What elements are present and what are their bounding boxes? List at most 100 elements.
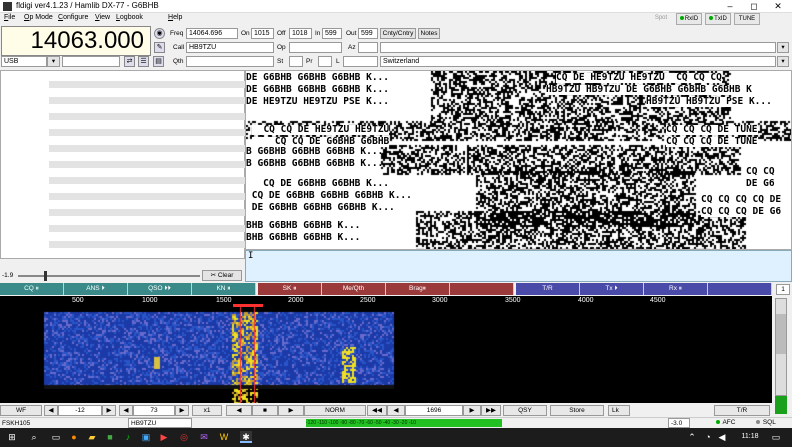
receive-text-panel[interactable]: DE G6BHB G6BHB G6BHB K... DE G6BHB G6BHB… — [245, 70, 792, 250]
slow-right-button[interactable]: ▶ — [278, 405, 304, 416]
wf-level-field[interactable]: -12 — [58, 405, 102, 416]
macro-empty-button[interactable] — [708, 283, 772, 295]
rig-list-icon[interactable]: ☰ — [138, 56, 149, 67]
macro-tr-button[interactable]: T/R — [516, 283, 580, 295]
tray-chevron-icon[interactable]: ⌃ — [686, 431, 698, 443]
rst-in-field[interactable]: 599 — [322, 28, 342, 39]
rxid-button[interactable]: RxID — [676, 13, 702, 25]
minimize-button[interactable]: – — [718, 0, 742, 12]
macro-sk-button[interactable]: SK ⏸ — [258, 283, 322, 295]
task-view-icon[interactable]: ▭ — [50, 431, 62, 443]
mode-dropdown-button[interactable]: ▾ — [47, 56, 60, 67]
clock[interactable]: 11:18 — [734, 431, 766, 443]
browser-row[interactable] — [49, 241, 245, 248]
macro-empty-button[interactable] — [450, 283, 514, 295]
menu-view[interactable]: View — [95, 14, 110, 21]
rewind-button[interactable]: ◀◀ — [367, 405, 387, 416]
macro-qso-button[interactable]: QSO ⏵⏵ — [128, 283, 192, 295]
menu-file[interactable]: File — [4, 14, 15, 21]
tr-button[interactable]: T/R — [714, 405, 770, 416]
mode-select[interactable]: USB — [1, 56, 47, 67]
menu-logbook[interactable]: Logbook — [116, 14, 143, 21]
afc-toggle[interactable]: AFC — [716, 419, 735, 426]
az-field[interactable] — [358, 42, 378, 53]
app-icon[interactable]: ▶ — [158, 431, 170, 443]
wf-range-field[interactable]: 73 — [133, 405, 175, 416]
app-icon[interactable]: ■ — [104, 431, 116, 443]
close-button[interactable]: ✕ — [766, 0, 790, 12]
freq-field[interactable]: 14064.696 — [186, 28, 238, 39]
macro-cq-button[interactable]: CQ ⏸ — [0, 283, 64, 295]
fldigi-taskbar-icon[interactable]: ✱ — [240, 431, 252, 443]
txid-button[interactable]: TxID — [705, 13, 731, 25]
browser-row[interactable] — [49, 209, 245, 216]
wf-level-dec[interactable]: ◀ — [44, 405, 58, 416]
browser-row[interactable] — [49, 129, 245, 136]
network-icon[interactable]: ◔ — [702, 431, 714, 443]
time-off-field[interactable]: 1018 — [289, 28, 312, 39]
notes-button[interactable]: Notes — [418, 28, 440, 39]
zoom-button[interactable]: x1 — [192, 405, 222, 416]
browser-row[interactable] — [49, 193, 245, 200]
slider-handle[interactable] — [44, 271, 47, 281]
browser-row[interactable] — [49, 145, 245, 152]
menu-help[interactable]: Help — [168, 14, 182, 21]
macro-ans-button[interactable]: ANS ⏵ — [64, 283, 128, 295]
lock-button[interactable]: Lk — [608, 405, 630, 416]
sql-toggle[interactable]: SQL — [756, 419, 776, 426]
notification-icon[interactable]: ▭ — [770, 431, 782, 443]
rst-out-field[interactable]: 599 — [358, 28, 378, 39]
explorer-icon[interactable]: ▰ — [86, 431, 98, 443]
notes-dropdown-button[interactable]: ▾ — [777, 42, 789, 53]
signal-browser[interactable] — [0, 70, 245, 259]
transmit-text-panel[interactable]: I — [245, 250, 792, 282]
time-on-field[interactable]: 1015 — [251, 28, 274, 39]
rig-sync-icon[interactable]: ⇄ — [124, 56, 135, 67]
waterfall-canvas[interactable] — [0, 307, 772, 403]
bandwidth-select[interactable] — [62, 56, 120, 67]
wf-range-dec[interactable]: ◀ — [119, 405, 133, 416]
browser-row[interactable] — [49, 177, 245, 184]
app-icon[interactable]: W — [218, 431, 230, 443]
browser-row[interactable] — [49, 97, 245, 104]
macro-rx-button[interactable]: Rx ⏸ — [644, 283, 708, 295]
rig-memory-icon[interactable]: ▤ — [153, 56, 164, 67]
qsy-button[interactable]: QSY — [503, 405, 547, 416]
macro-kn-button[interactable]: KN ⏸ — [192, 283, 256, 295]
notes-field[interactable] — [380, 42, 776, 53]
fast-forward-button[interactable]: ▶▶ — [481, 405, 501, 416]
clear-button[interactable]: ✂ Clear — [202, 270, 242, 281]
windows-start-icon[interactable]: ⊞ — [6, 431, 18, 443]
menu-op-mode[interactable]: Op Mode — [24, 14, 53, 21]
browser-row[interactable] — [49, 161, 245, 168]
globe-icon[interactable]: ◉ — [154, 28, 165, 39]
qth-field[interactable] — [186, 56, 274, 67]
spot-button[interactable]: Spot — [650, 13, 672, 25]
speaker-icon[interactable]: ◀ — [716, 431, 728, 443]
store-button[interactable]: Store — [550, 405, 604, 416]
stop-button[interactable]: ■ — [252, 405, 278, 416]
log-entry-icon[interactable]: ✎ — [154, 42, 165, 53]
norm-button[interactable]: NORM — [304, 405, 366, 416]
op-field[interactable] — [289, 42, 342, 53]
wf-mode-button[interactable]: WF — [0, 405, 42, 416]
firefox-icon[interactable]: ● — [68, 431, 80, 443]
country-dropdown-button[interactable]: ▾ — [777, 56, 789, 67]
app-icon[interactable]: ◎ — [178, 431, 190, 443]
browser-row[interactable] — [49, 225, 245, 232]
call-field[interactable]: HB9TZU — [186, 42, 274, 53]
macro-tx-button[interactable]: Tx ⏵ — [580, 283, 644, 295]
country-button[interactable]: Cnty/Cntry — [380, 28, 416, 39]
slow-left-button[interactable]: ◀ — [226, 405, 252, 416]
province-field[interactable] — [318, 56, 332, 67]
app-icon[interactable]: ✉ — [198, 431, 210, 443]
macro-meqth-button[interactable]: Me/Qth — [322, 283, 386, 295]
country-field[interactable]: Switzerland — [380, 56, 776, 67]
menu-configure[interactable]: Configure — [58, 14, 88, 21]
app-icon[interactable]: ▣ — [140, 431, 152, 443]
app-icon[interactable]: ♪ — [122, 431, 134, 443]
macro-brag-button[interactable]: Brag⏸ — [386, 283, 450, 295]
macro-set-button[interactable]: 1 — [776, 284, 790, 295]
wf-level-inc[interactable]: ▶ — [102, 405, 116, 416]
tune-button[interactable]: TUNE — [734, 13, 760, 25]
